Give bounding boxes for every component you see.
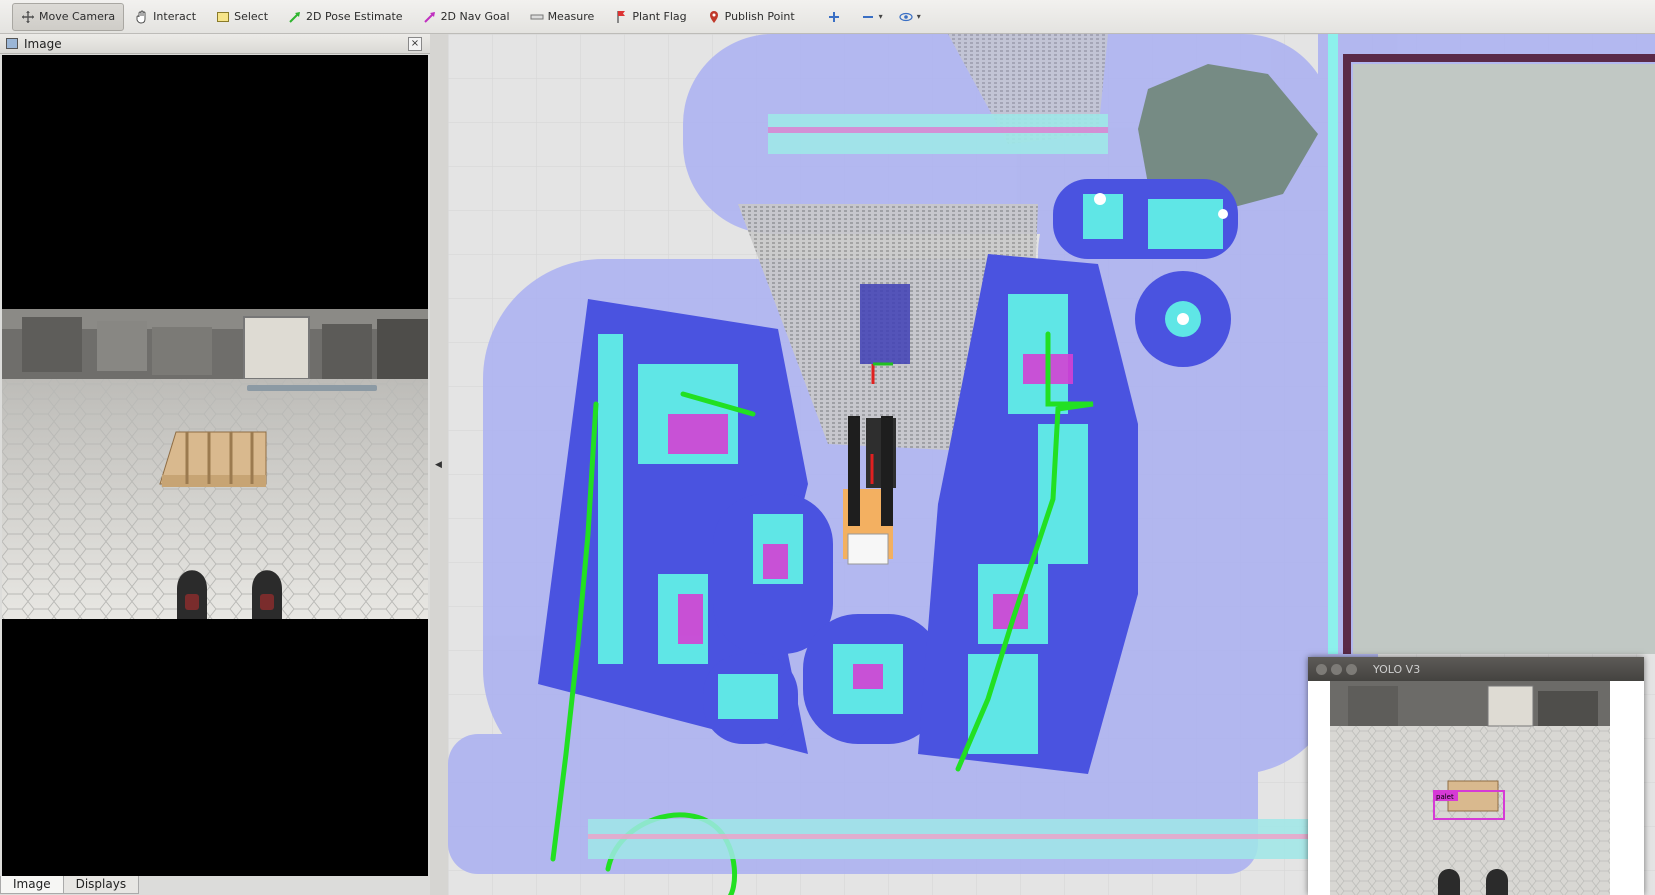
yolo-window-titlebar[interactable]: YOLO V3 [1308,657,1644,681]
minimize-icon[interactable] [1331,663,1342,675]
tool-label: Measure [547,10,595,23]
remove-tool-button[interactable]: ▾ [854,3,890,31]
tool-label: Select [234,10,269,23]
image-panel-header: Image × [0,34,430,54]
left-panel-tabs: Image Displays [0,876,430,895]
tool-label: 2D Nav Goal [440,10,510,23]
hand-icon [135,10,149,24]
tool-label: Interact [153,10,197,23]
tool-select[interactable]: Select [207,3,277,31]
map-pin-icon [707,10,721,24]
close-icon[interactable]: × [408,37,422,51]
tab-image[interactable]: Image [0,876,64,894]
tool-2d-nav-goal[interactable]: 2D Nav Goal [414,3,519,31]
dropdown-arrow-icon: ▾ [916,12,921,21]
dropdown-arrow-icon: ▾ [878,12,883,21]
select-icon [216,10,230,24]
yolo-window[interactable]: YOLO V3 palet [1308,657,1644,895]
image-panel-title: Image [24,36,62,51]
move-camera-icon [21,10,35,24]
yolo-scene: palet [1308,681,1644,895]
tool-label: Plant Flag [632,10,687,23]
tool-move-camera[interactable]: Move Camera [12,2,125,31]
camera-image-view [2,55,428,876]
flag-icon [614,10,628,24]
plus-icon [827,10,841,24]
detection-label: palet [1436,793,1454,801]
unknown-area [1353,64,1655,654]
panel-splitter[interactable]: ◀ [430,34,448,895]
minus-icon [861,10,875,24]
close-icon[interactable] [1316,663,1327,675]
collapse-arrow-icon: ◀ [435,460,442,470]
yolo-detection-view: palet [1308,681,1644,895]
nav-goal-arrow-icon [423,10,437,24]
add-tool-button[interactable] [820,3,852,31]
camera-frame [2,309,428,619]
view-options-button[interactable]: ▾ [892,3,928,31]
camera-scene [2,309,428,619]
image-panel: Image × Image Displays [0,34,430,895]
tool-measure[interactable]: Measure [521,3,604,31]
image-panel-icon [6,38,18,49]
eye-icon [899,10,913,24]
tool-interact[interactable]: Interact [126,3,205,31]
pose-arrow-icon [288,10,302,24]
tool-label: Move Camera [39,10,116,23]
tool-plant-flag[interactable]: Plant Flag [605,3,695,31]
tab-displays[interactable]: Displays [62,876,140,894]
tool-label: Publish Point [724,10,795,23]
tool-label: 2D Pose Estimate [306,10,403,23]
ruler-icon [530,10,544,24]
rviz-toolbar: Move Camera Interact Select 2D Pose Esti… [0,0,1655,34]
wall-obstacle [1343,54,1351,654]
tool-2d-pose-estimate[interactable]: 2D Pose Estimate [279,3,412,31]
yolo-window-title: YOLO V3 [1373,662,1421,676]
tool-publish-point[interactable]: Publish Point [698,3,804,31]
maximize-icon[interactable] [1346,663,1357,675]
